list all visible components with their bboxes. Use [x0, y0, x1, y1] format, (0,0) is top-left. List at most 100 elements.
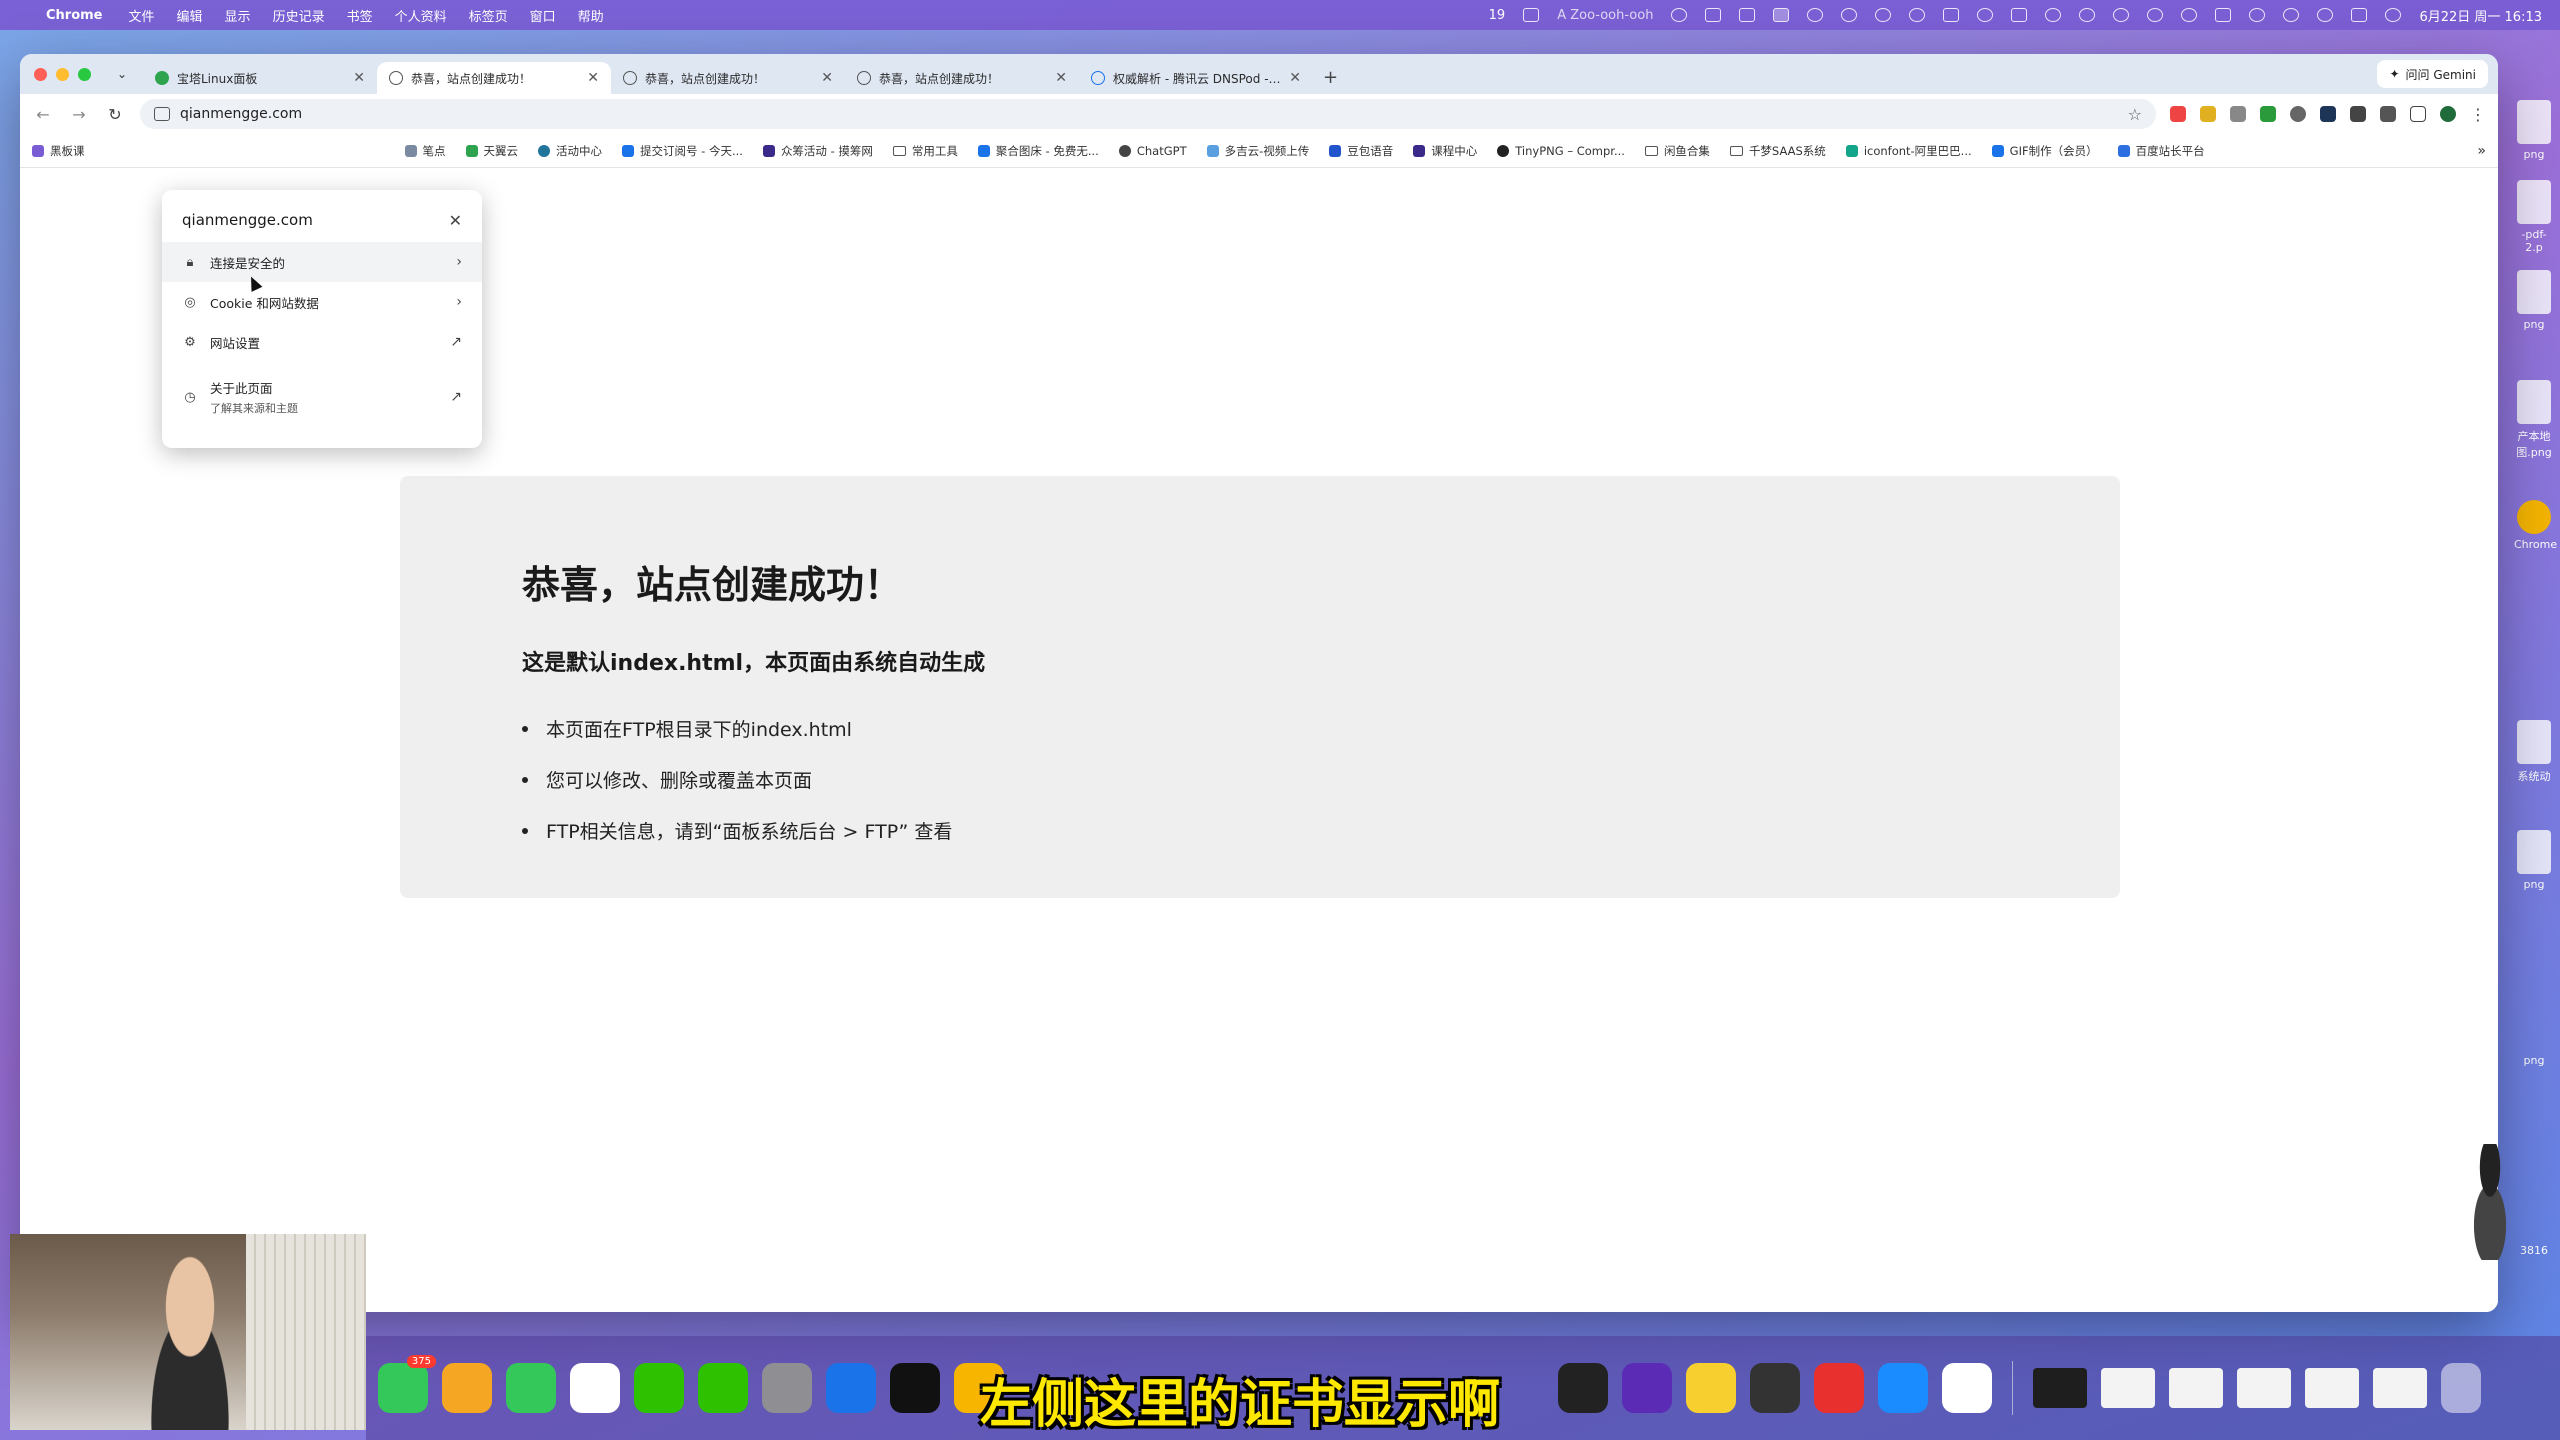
- extension-icon[interactable]: [2320, 106, 2336, 122]
- fullscreen-window-button[interactable]: [78, 68, 91, 81]
- calendar-icon[interactable]: [1523, 8, 1540, 22]
- calculator-app-icon[interactable]: [1750, 1363, 1800, 1413]
- extension-icon[interactable]: [2200, 106, 2216, 122]
- close-window-button[interactable]: [34, 68, 47, 81]
- bookmark-item[interactable]: 笔点: [404, 143, 446, 159]
- extension-icon[interactable]: [2290, 106, 2306, 122]
- clock[interactable]: 6月22日 周一 16:13: [2419, 6, 2542, 25]
- extension-icon[interactable]: [2170, 106, 2186, 122]
- desktop-file-icon[interactable]: png: [2514, 830, 2554, 891]
- wps-app-icon[interactable]: [1814, 1363, 1864, 1413]
- status-icon[interactable]: [2215, 8, 2232, 22]
- desktop-chrome-icon[interactable]: Chrome: [2514, 500, 2557, 551]
- bookmark-item[interactable]: iconfont-阿里巴巴...: [1845, 143, 1972, 159]
- status-icon[interactable]: [2385, 8, 2402, 22]
- close-tab-icon[interactable]: ✕: [353, 70, 365, 86]
- status-icon[interactable]: [1943, 8, 1960, 22]
- status-icon[interactable]: [2147, 8, 2164, 22]
- close-tab-icon[interactable]: ✕: [821, 70, 833, 86]
- minimized-window-thumbnail[interactable]: [2101, 1368, 2155, 1408]
- minimized-window-thumbnail[interactable]: [2237, 1368, 2291, 1408]
- site-settings-item[interactable]: ⚙ 网站设置 ↗: [162, 322, 482, 362]
- close-tab-icon[interactable]: ✕: [1289, 70, 1301, 86]
- reload-icon[interactable]: ↻: [104, 105, 126, 124]
- desktop-file-icon[interactable]: 系统动: [2514, 720, 2554, 784]
- menu-tabs[interactable]: 标签页: [469, 6, 508, 25]
- control-center-icon[interactable]: [2351, 8, 2368, 22]
- minimized-window-thumbnail[interactable]: [2169, 1368, 2223, 1408]
- extension-icon[interactable]: [2380, 106, 2396, 122]
- tab[interactable]: 恭喜，站点创建成功！ ✕: [611, 62, 845, 94]
- status-icon[interactable]: [1909, 8, 1926, 22]
- tab[interactable]: 宝塔Linux面板 ✕: [143, 62, 377, 94]
- forward-arrow-icon[interactable]: →: [68, 105, 90, 124]
- tab-active[interactable]: 恭喜，站点创建成功！ ✕: [377, 62, 611, 94]
- status-icon[interactable]: [1807, 8, 1824, 22]
- bookmark-item[interactable]: 课程中心: [1413, 143, 1477, 159]
- extensions-puzzle-icon[interactable]: [2410, 106, 2426, 122]
- menu-view[interactable]: 显示: [225, 6, 251, 25]
- obs-app-icon[interactable]: [1558, 1363, 1608, 1413]
- phone-app-icon[interactable]: [506, 1363, 556, 1413]
- bookmark-item[interactable]: TinyPNG – Compr...: [1497, 144, 1625, 158]
- wechat-app-icon[interactable]: [634, 1363, 684, 1413]
- bookmark-item[interactable]: GIF制作（会员）: [1991, 143, 2098, 159]
- status-icon[interactable]: [2045, 8, 2062, 22]
- trash-icon[interactable]: [2441, 1363, 2481, 1413]
- bookmark-item[interactable]: 聚合图床 - 免费无...: [977, 143, 1099, 159]
- qq-browser-app-icon[interactable]: [1878, 1363, 1928, 1413]
- app-menu[interactable]: Chrome: [46, 8, 103, 23]
- messages-app-icon[interactable]: 375: [378, 1355, 436, 1413]
- bookmark-item[interactable]: 豆包语音: [1329, 143, 1393, 159]
- minimized-window-thumbnail[interactable]: [2305, 1368, 2359, 1408]
- cookies-item[interactable]: ◎ Cookie 和网站数据 ›: [162, 282, 482, 322]
- status-icon[interactable]: [2079, 8, 2096, 22]
- back-arrow-icon[interactable]: ←: [32, 105, 54, 124]
- ask-gemini-button[interactable]: ✦ 问问 Gemini: [2377, 60, 2488, 88]
- chrome-app-icon[interactable]: [1942, 1363, 1992, 1413]
- capcut-app-icon[interactable]: [890, 1363, 940, 1413]
- extension-icon[interactable]: [2260, 106, 2276, 122]
- bookmark-folder[interactable]: 闲鱼合集: [1644, 143, 1710, 159]
- extension-icon[interactable]: [2350, 106, 2366, 122]
- connection-security-item[interactable]: 🔒︎ 连接是安全的 ›: [162, 242, 482, 282]
- bookmark-item[interactable]: 天翼云: [465, 143, 518, 159]
- desktop-pet-figure[interactable]: [2458, 1144, 2522, 1260]
- close-icon[interactable]: ✕: [449, 211, 462, 230]
- minimized-window-thumbnail[interactable]: [2033, 1368, 2087, 1408]
- status-icon[interactable]: [1977, 8, 1994, 22]
- bookmark-item[interactable]: 活动中心: [538, 143, 602, 159]
- desktop-file-icon[interactable]: 产本地图.png: [2514, 380, 2554, 460]
- new-tab-button[interactable]: +: [1323, 67, 1338, 88]
- menu-profiles[interactable]: 个人资料: [395, 6, 447, 25]
- status-icon[interactable]: [2249, 8, 2266, 22]
- site-info-tune-icon[interactable]: [154, 107, 170, 121]
- menu-bookmarks[interactable]: 书签: [347, 6, 373, 25]
- menu-edit[interactable]: 编辑: [177, 6, 203, 25]
- desktop-file-icon[interactable]: png: [2514, 1050, 2554, 1067]
- chrome-menu-icon[interactable]: ⋮: [2470, 105, 2486, 124]
- bookmark-item[interactable]: 众筹活动 - 摸筹网: [762, 143, 873, 159]
- scissors-icon[interactable]: [1705, 8, 1722, 22]
- status-icon[interactable]: [1841, 8, 1858, 22]
- menu-history[interactable]: 历史记录: [273, 6, 325, 25]
- status-icon[interactable]: [2113, 8, 2130, 22]
- tab-search-chevron-icon[interactable]: ⌄: [109, 61, 135, 87]
- wechat-work-app-icon[interactable]: [698, 1363, 748, 1413]
- desktop-file-icon[interactable]: png: [2514, 100, 2554, 161]
- status-badge[interactable]: 19: [1489, 8, 1506, 23]
- desktop-file-icon[interactable]: png: [2514, 270, 2554, 331]
- address-bar[interactable]: qianmengge.com ☆: [140, 99, 2156, 129]
- photos-app-icon[interactable]: [442, 1363, 492, 1413]
- bookmark-folder[interactable]: 常用工具: [892, 143, 958, 159]
- maps-app-icon[interactable]: [1686, 1363, 1736, 1413]
- minimize-window-button[interactable]: [56, 68, 69, 81]
- status-icon[interactable]: [1739, 8, 1756, 22]
- bookmark-item[interactable]: 百度站长平台: [2117, 143, 2205, 159]
- menu-window[interactable]: 窗口: [530, 6, 556, 25]
- status-icon[interactable]: [2181, 8, 2198, 22]
- menu-file[interactable]: 文件: [129, 6, 155, 25]
- address-text[interactable]: qianmengge.com: [180, 106, 302, 122]
- close-tab-icon[interactable]: ✕: [1055, 70, 1067, 86]
- close-tab-icon[interactable]: ✕: [587, 70, 599, 86]
